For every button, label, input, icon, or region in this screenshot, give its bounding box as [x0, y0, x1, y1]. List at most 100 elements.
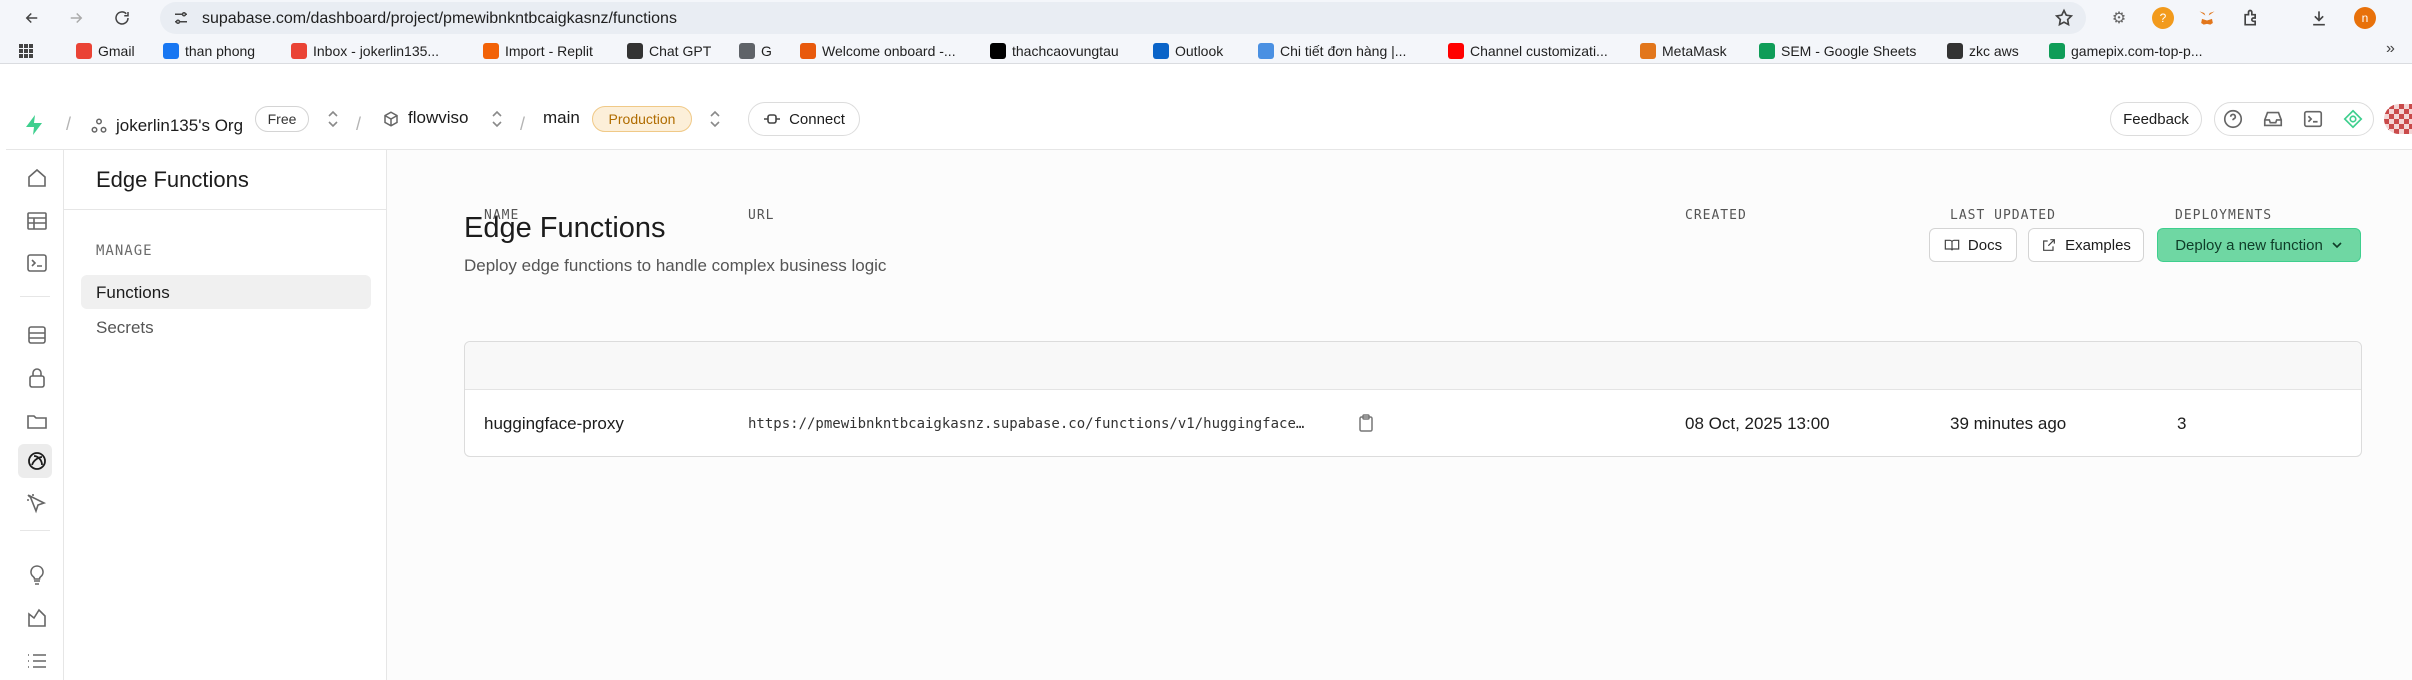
page-subtitle: Deploy edge functions to handle complex …: [464, 256, 887, 275]
bookmark-item[interactable]: Outlook: [1153, 42, 1223, 60]
address-bar[interactable]: supabase.com/dashboard/project/pmewibnkn…: [160, 2, 2086, 34]
bookmark-item[interactable]: zkc aws: [1947, 42, 2019, 60]
bookmark-label: Import - Replit: [505, 43, 593, 59]
help-icon[interactable]: [2222, 108, 2244, 130]
bookmark-label: Outlook: [1175, 43, 1224, 59]
advisors-lightbulb-icon[interactable]: [25, 563, 49, 587]
bookmark-item[interactable]: Gmail: [76, 42, 135, 60]
feedback-button[interactable]: Feedback: [2110, 102, 2202, 136]
org-name[interactable]: jokerlin135's Org: [116, 116, 243, 136]
extensions-puzzle-icon[interactable]: [2240, 7, 2262, 29]
bookmark-item[interactable]: Chi tiết đơn hàng |...: [1258, 42, 1406, 60]
x-icon: [990, 43, 1006, 59]
bookmark-item[interactable]: Welcome onboard -...: [800, 42, 956, 60]
org-switcher-icon[interactable]: [326, 109, 340, 129]
apps-grid-icon[interactable]: [18, 43, 34, 59]
branch-switcher-icon[interactable]: [708, 109, 722, 129]
bookmark-item[interactable]: gamepix.com-top-p...: [2049, 42, 2203, 60]
home-icon[interactable]: [25, 166, 49, 190]
docs-label: Docs: [1967, 236, 2003, 254]
menu-item-functions[interactable]: Functions: [81, 275, 371, 309]
project-name[interactable]: flowviso: [408, 108, 468, 128]
plan-badge: Free: [255, 106, 309, 132]
project-switcher-icon[interactable]: [490, 109, 504, 129]
storage-folder-icon[interactable]: [25, 409, 49, 433]
bookmark-label: Chi tiết đơn hàng |...: [1280, 43, 1407, 59]
bookmark-label: SEM - Google Sheets: [1781, 43, 1917, 59]
extension-gear-icon[interactable]: ⚙: [2108, 7, 2130, 29]
bookmark-item[interactable]: thachcaovungtau: [990, 42, 1119, 60]
breadcrumb-separator: /: [356, 114, 362, 134]
deploy-label: Deploy a new function: [2175, 236, 2323, 254]
menu-item-label: Functions: [96, 283, 170, 302]
column-header-url: URL: [748, 208, 775, 223]
bookmark-label: Inbox - jokerlin135...: [313, 43, 440, 59]
bookmark-label: than phong: [185, 43, 256, 59]
folder-icon: [739, 43, 755, 59]
copy-clipboard-icon[interactable]: [1358, 414, 1374, 432]
book-icon: [1944, 239, 1960, 251]
bookmark-item[interactable]: than phong: [163, 42, 255, 60]
column-header-name[interactable]: NAME: [484, 208, 519, 223]
bookmark-item[interactable]: MetaMask: [1640, 42, 1727, 60]
bookmark-star-icon[interactable]: [2054, 8, 2074, 28]
forward-icon[interactable]: [64, 6, 88, 30]
column-header-created[interactable]: CREATED: [1685, 208, 1747, 223]
bookmark-item[interactable]: Inbox - jokerlin135...: [291, 42, 439, 60]
branch-name[interactable]: main: [543, 108, 580, 128]
bookmark-item[interactable]: G: [739, 42, 772, 60]
column-header-deployments[interactable]: DEPLOYMENTS: [2175, 208, 2272, 223]
bookmark-item[interactable]: Channel customizati...: [1448, 42, 1608, 60]
database-icon[interactable]: [25, 323, 49, 347]
deploy-new-function-button[interactable]: Deploy a new function: [2157, 228, 2361, 262]
user-avatar[interactable]: [2384, 104, 2412, 134]
connect-button[interactable]: Connect: [748, 102, 860, 136]
inbox-icon[interactable]: [2262, 108, 2284, 130]
assistant-icon[interactable]: [2342, 108, 2364, 130]
terminal-icon[interactable]: [2302, 108, 2324, 130]
extension-help-icon[interactable]: ?: [2152, 7, 2174, 29]
environment-badge: Production: [592, 106, 692, 132]
bookmark-item[interactable]: Chat GPT: [627, 42, 711, 60]
menu-item-secrets[interactable]: Secrets: [81, 310, 371, 344]
sheets-icon: [1759, 43, 1775, 59]
function-url: https://pmewibnkntbcaigkasnz.supabase.co…: [748, 416, 1305, 432]
column-header-last-updated[interactable]: LAST UPDATED: [1950, 208, 2056, 223]
reports-chart-icon[interactable]: [25, 606, 49, 630]
realtime-cursor-icon[interactable]: [25, 492, 49, 516]
product-menu: Edge Functions MANAGE Functions Secrets: [64, 150, 387, 680]
metamask-icon: [1640, 43, 1656, 59]
auth-lock-icon[interactable]: [25, 366, 49, 390]
site-info-icon[interactable]: [172, 9, 190, 27]
metamask-extension-icon[interactable]: [2196, 7, 2218, 29]
url-text[interactable]: supabase.com/dashboard/project/pmewibnkn…: [202, 10, 677, 28]
replit-icon: [483, 43, 499, 59]
chevron-down-icon: [2332, 242, 2342, 249]
sql-editor-icon[interactable]: [25, 251, 49, 275]
supabase-logo-icon[interactable]: [24, 114, 44, 136]
sheets-icon: [2049, 43, 2065, 59]
bookmark-item[interactable]: SEM - Google Sheets: [1759, 42, 1916, 60]
plug-icon: [764, 114, 781, 124]
bookmark-item[interactable]: Import - Replit: [483, 42, 593, 60]
order-icon: [1258, 43, 1274, 59]
globe-icon: [1947, 43, 1963, 59]
logs-list-icon[interactable]: [25, 649, 49, 673]
edge-functions-icon[interactable]: [25, 449, 49, 473]
table-editor-icon[interactable]: [25, 209, 49, 233]
connect-label: Connect: [789, 110, 845, 128]
outlook-icon: [1153, 43, 1169, 59]
profile-avatar[interactable]: n: [2354, 7, 2376, 29]
menu-header: Edge Functions: [64, 150, 387, 210]
back-icon[interactable]: [20, 6, 44, 30]
more-bookmarks-icon[interactable]: »: [2386, 40, 2395, 58]
bookmark-label: Channel customizati...: [1470, 43, 1608, 59]
docs-button[interactable]: Docs: [1929, 228, 2017, 262]
menu-section-label: MANAGE: [96, 243, 153, 259]
downloads-icon[interactable]: [2308, 7, 2330, 29]
reload-icon[interactable]: [110, 6, 134, 30]
org-icon: [91, 118, 107, 133]
youtube-icon: [1448, 43, 1464, 59]
examples-button[interactable]: Examples: [2028, 228, 2144, 262]
function-name[interactable]: huggingface-proxy: [484, 414, 624, 434]
